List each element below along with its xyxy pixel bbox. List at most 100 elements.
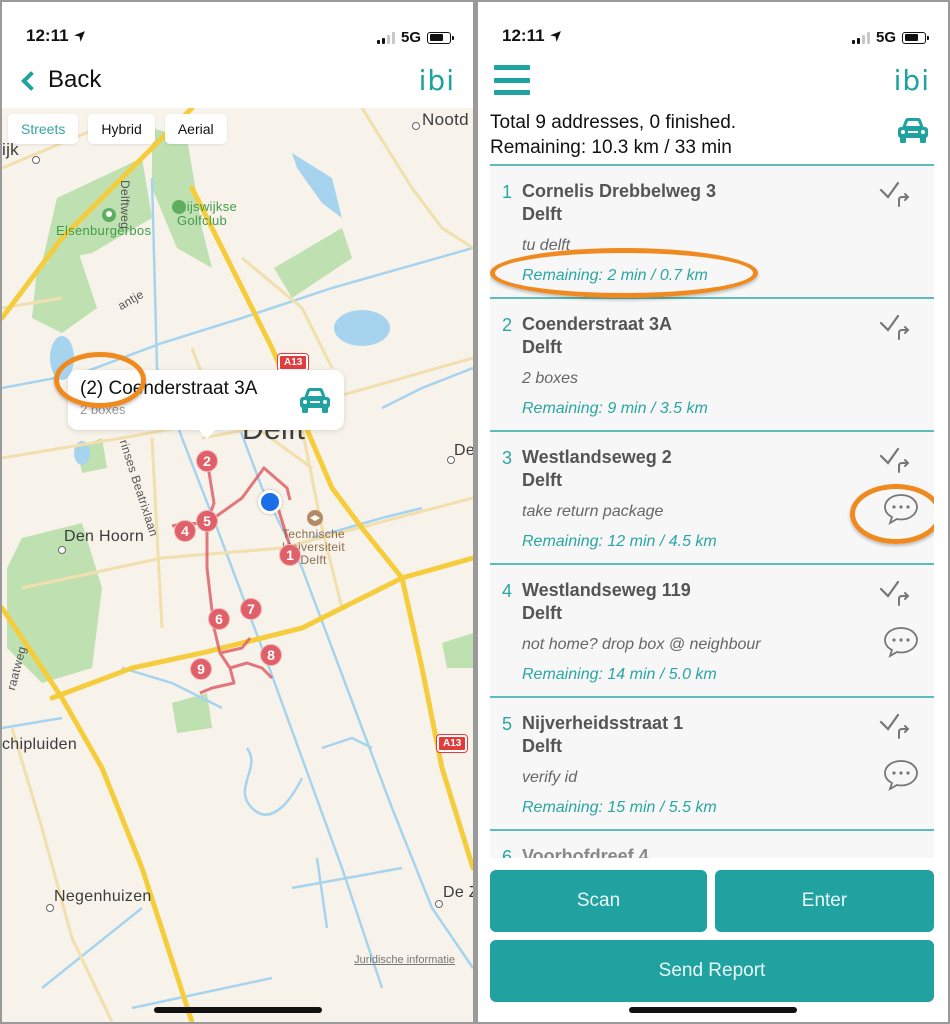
map-view[interactable]: Streets Hybrid Aerial Nootd ijk Delftweg…: [2, 108, 473, 1022]
callout-title: (2) Coenderstraat 3A: [80, 378, 258, 399]
scan-button[interactable]: Scan: [490, 870, 707, 932]
home-indicator: [629, 1007, 797, 1013]
check-navigate-icon[interactable]: [878, 712, 912, 742]
comment-icon[interactable]: [882, 625, 920, 659]
map-type-hybrid[interactable]: Hybrid: [88, 114, 155, 144]
send-report-button[interactable]: Send Report: [490, 940, 934, 1002]
back-button[interactable]: Back: [21, 66, 101, 94]
stop-pin-4[interactable]: 4: [174, 520, 196, 542]
place-label-elsenburgerbos: Elsenburgerbos: [56, 223, 152, 238]
stop-street: Voorhofdreef 4: [522, 846, 649, 858]
status-time: 12:11: [26, 26, 69, 45]
menu-icon[interactable]: [494, 65, 530, 95]
stop-list-item[interactable]: 2 Coenderstraat 3A Delft 2 boxes Remaini…: [490, 299, 934, 432]
status-time: 12:11: [502, 26, 545, 45]
stop-note: not home? drop box @ neighbour: [522, 636, 761, 653]
stop-number: 6: [502, 847, 513, 858]
road-shield-a13-south: A13: [435, 734, 469, 753]
action-bar: Scan Enter Send Report: [478, 858, 948, 1022]
battery-icon: [427, 31, 454, 44]
stop-remaining: Remaining: 14 min / 5.0 km: [522, 666, 717, 683]
stop-note: 2 boxes: [522, 370, 579, 387]
map-background: [2, 108, 473, 1022]
legal-info-link[interactable]: Juridische informatie: [354, 954, 455, 966]
stop-note: tu delft: [522, 237, 571, 254]
place-dot: [435, 900, 443, 908]
stop-number: 4: [502, 581, 513, 601]
route-summary: Total 9 addresses, 0 finished. Remaining…: [490, 108, 934, 166]
stop-street: Coenderstraat 3A: [522, 314, 673, 334]
check-navigate-icon[interactable]: [878, 446, 912, 476]
road-label-delftweg: Delftweg: [118, 180, 132, 230]
stop-list-item[interactable]: 5 Nijverheidsstraat 1 Delft verify id Re…: [490, 698, 934, 831]
place-dot: [32, 156, 40, 164]
signal-icon: [851, 31, 870, 44]
golf-icon: [172, 200, 186, 214]
stop-city: Delft: [522, 603, 562, 623]
place-label-den-hoorn: Den Hoorn: [64, 528, 145, 545]
battery-icon: [902, 31, 929, 44]
place-label-schipluiden: chipluiden: [2, 736, 78, 753]
status-bar: 12:11 5G: [478, 2, 948, 54]
map-type-selector: Streets Hybrid Aerial: [8, 114, 227, 144]
enter-button[interactable]: Enter: [715, 870, 934, 932]
ibi-logo: ibi: [418, 63, 455, 97]
map-type-aerial[interactable]: Aerial: [164, 114, 227, 144]
park-tree-icon: [102, 208, 116, 222]
stop-pin-1[interactable]: 1: [279, 544, 301, 566]
stop-street: Nijverheidsstraat 1: [522, 713, 684, 733]
stop-pin-9[interactable]: 9: [190, 658, 212, 680]
place-label-de-zouwe: De Z: [443, 884, 473, 901]
check-navigate-icon[interactable]: [878, 313, 912, 343]
stop-list-item[interactable]: 1 Cornelis Drebbelweg 3 Delft tu delft R…: [490, 166, 934, 299]
stop-pin-2[interactable]: 2: [196, 450, 218, 472]
stop-city: Delft: [522, 470, 562, 490]
stop-pin-8[interactable]: 8: [260, 644, 282, 666]
stop-callout[interactable]: (2) Coenderstraat 3A 2 boxes: [68, 370, 344, 439]
stop-note: verify id: [522, 769, 578, 786]
car-icon[interactable]: [298, 386, 332, 414]
stop-list-item[interactable]: 6 Voorhofdreef 4: [490, 831, 934, 858]
place-label-nootdorp: Nootd: [422, 110, 469, 129]
callout-subtitle: 2 boxes: [80, 402, 126, 417]
stop-number: 1: [502, 182, 513, 202]
check-navigate-icon[interactable]: [878, 180, 912, 210]
stop-pin-7[interactable]: 7: [240, 598, 262, 620]
road-shield-a13: A13: [276, 353, 310, 372]
home-indicator: [153, 1007, 322, 1013]
summary-total: Total 9 addresses, 0 finished.: [490, 112, 737, 133]
stop-number: 2: [502, 315, 513, 335]
location-arrow-icon: [549, 30, 561, 42]
stop-remaining: Remaining: 15 min / 5.5 km: [522, 799, 717, 816]
stop-remaining: Remaining: 9 min / 3.5 km: [522, 400, 708, 417]
stop-pin-5[interactable]: 5: [196, 510, 218, 532]
current-location-dot: [258, 490, 282, 514]
nav-bar: ibi: [478, 54, 948, 106]
comment-icon[interactable]: [882, 492, 920, 526]
stop-remaining: Remaining: 12 min / 4.5 km: [522, 533, 717, 550]
chevron-left-icon: [21, 71, 41, 91]
place-label-golfclub: Rijswijkse Golfclub: [177, 199, 238, 228]
stop-city: Delft: [522, 337, 562, 357]
stop-pin-6[interactable]: 6: [208, 608, 230, 630]
place-label-negenhuizen: Negenhuizen: [54, 888, 152, 905]
place-label-de-east: De: [454, 442, 473, 459]
stop-number: 5: [502, 714, 513, 734]
stop-list-item[interactable]: 4 Westlandseweg 119 Delft not home? drop…: [490, 565, 934, 698]
comment-icon[interactable]: [882, 758, 920, 792]
stop-list-item[interactable]: 3 Westlandseweg 2 Delft take return pack…: [490, 432, 934, 565]
car-icon[interactable]: [896, 116, 930, 144]
network-label: 5G: [875, 29, 896, 46]
stop-street: Westlandseweg 119: [522, 580, 691, 600]
stop-street: Westlandseweg 2: [522, 447, 672, 467]
place-dot: [58, 546, 66, 554]
summary-remaining: Remaining: 10.3 km / 33 min: [490, 137, 732, 158]
location-arrow-icon: [73, 30, 85, 42]
ibi-logo: ibi: [893, 63, 930, 97]
university-icon: [307, 510, 323, 526]
place-dot: [46, 904, 54, 912]
stop-street: Cornelis Drebbelweg 3: [522, 181, 717, 201]
stop-city: Delft: [522, 204, 562, 224]
check-navigate-icon[interactable]: [878, 579, 912, 609]
stop-list[interactable]: 1 Cornelis Drebbelweg 3 Delft tu delft R…: [490, 166, 934, 858]
